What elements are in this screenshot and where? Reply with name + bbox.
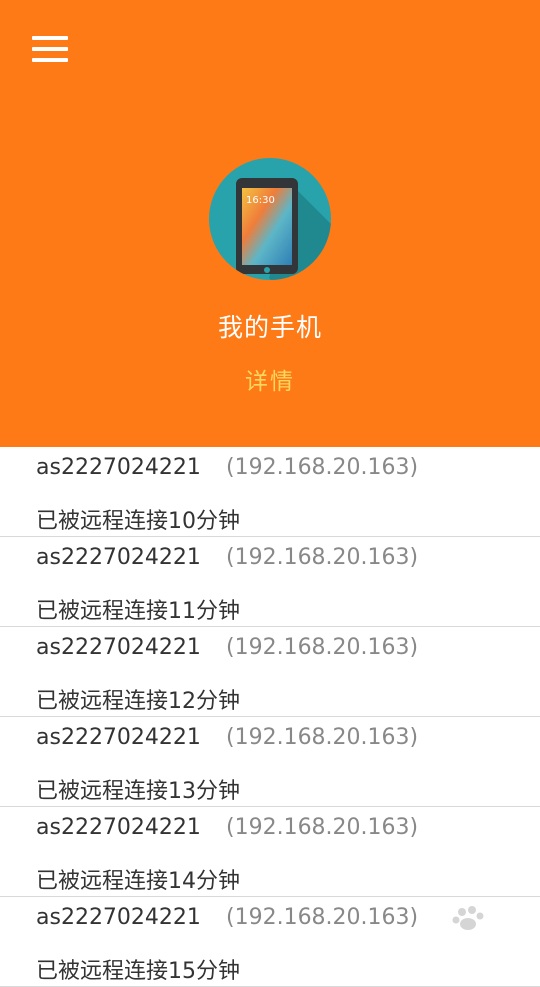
details-link[interactable]: 详情 — [0, 362, 540, 396]
list-item[interactable]: as2227024221 (192.168.20.163) 已被远程连接14分钟 — [0, 807, 540, 897]
connection-status: 已被远程连接11分钟 — [36, 593, 240, 625]
svg-text:16:30: 16:30 — [246, 195, 275, 206]
list-item[interactable]: as2227024221 (192.168.20.163) 已被远程连接12分钟 — [0, 627, 540, 717]
account-name: as2227024221 — [36, 725, 201, 750]
list-item[interactable]: as2227024221 (192.168.20.163) 已被远程连接13分钟 — [0, 717, 540, 807]
account-name: as2227024221 — [36, 815, 201, 840]
baidu-paw-logo — [418, 902, 518, 942]
connection-status: 已被远程连接10分钟 — [36, 503, 240, 535]
tablet-device-icon: 16:30 — [209, 158, 331, 280]
connection-status: 已被远程连接15分钟 — [36, 953, 240, 985]
ip-address: (192.168.20.163) — [226, 905, 418, 930]
ip-address: (192.168.20.163) — [226, 725, 418, 750]
account-name: as2227024221 — [36, 545, 201, 570]
list-item[interactable]: as2227024221 (192.168.20.163) 已被远程连接11分钟 — [0, 537, 540, 627]
list-item[interactable]: as2227024221 (192.168.20.163) 已被远程连接10分钟 — [0, 447, 540, 537]
ip-address: (192.168.20.163) — [226, 455, 418, 480]
hamburger-menu-icon[interactable] — [26, 30, 74, 70]
account-name: as2227024221 — [36, 455, 201, 480]
profile-header: 16:30 我的手机 详情 — [0, 0, 540, 447]
connection-status: 已被远程连接12分钟 — [36, 683, 240, 715]
device-name: 我的手机 — [0, 308, 540, 344]
connection-status: 已被远程连接13分钟 — [36, 773, 240, 805]
ip-address: (192.168.20.163) — [226, 545, 418, 570]
ip-address: (192.168.20.163) — [226, 815, 418, 840]
account-name: as2227024221 — [36, 905, 201, 930]
ip-address: (192.168.20.163) — [226, 635, 418, 660]
device-avatar[interactable]: 16:30 — [209, 158, 331, 280]
account-name: as2227024221 — [36, 635, 201, 660]
baidu-jingyan-watermark — [418, 902, 518, 946]
connection-status: 已被远程连接14分钟 — [36, 863, 240, 895]
